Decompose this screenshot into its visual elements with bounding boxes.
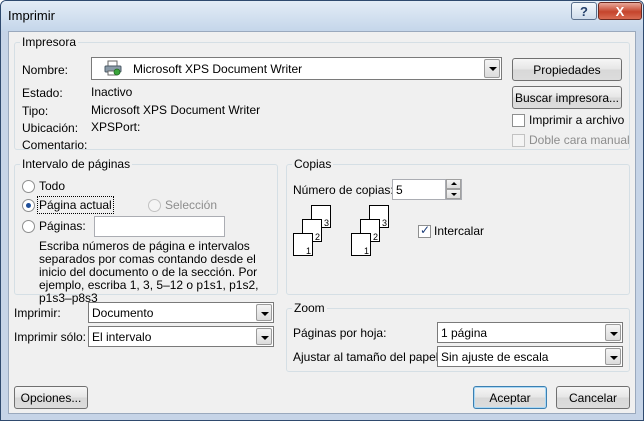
window-title: Imprimir bbox=[8, 8, 55, 23]
range-help-text: Escriba números de página e intervalos s… bbox=[39, 239, 259, 305]
spin-up-icon[interactable] bbox=[446, 179, 461, 189]
printer-name-value: Microsoft XPS Document Writer bbox=[133, 62, 303, 76]
find-printer-button[interactable]: Buscar impresora... bbox=[512, 86, 622, 109]
chevron-down-icon[interactable] bbox=[605, 324, 621, 341]
stack-page: 1 bbox=[351, 233, 371, 256]
printer-group-title: Impresora bbox=[20, 35, 79, 49]
page-range-group-title: Intervalo de páginas bbox=[20, 157, 133, 171]
copies-spinner[interactable] bbox=[445, 179, 461, 200]
printer-type-value: Microsoft XPS Document Writer bbox=[91, 103, 261, 117]
cancel-button[interactable]: Cancelar bbox=[556, 386, 630, 409]
manual-duplex-label[interactable]: Doble cara manual bbox=[529, 133, 630, 147]
printer-group: Impresora Nombre: Microsoft XPS Document… bbox=[14, 35, 630, 152]
scale-value: Sin ajuste de escala bbox=[441, 350, 549, 364]
range-selection-radio[interactable] bbox=[148, 199, 161, 212]
printer-location-label: Ubicación: bbox=[22, 121, 79, 135]
printer-location-value: XPSPort: bbox=[91, 120, 141, 134]
range-pages-input[interactable] bbox=[94, 216, 225, 237]
pages-per-sheet-select[interactable]: 1 página bbox=[437, 322, 623, 343]
print-to-file-label[interactable]: Imprimir a archivo bbox=[529, 113, 624, 127]
range-all-radio[interactable] bbox=[22, 180, 35, 193]
printer-comment-label: Comentario: bbox=[22, 138, 88, 152]
printer-icon bbox=[104, 60, 122, 76]
ok-button[interactable]: Aceptar bbox=[473, 386, 547, 409]
spin-down-icon[interactable] bbox=[446, 189, 461, 199]
print-dialog: Imprimir ? X Impresora Nombre: Microsoft… bbox=[0, 0, 644, 421]
chevron-down-icon[interactable] bbox=[256, 328, 272, 345]
copies-count-value: 5 bbox=[396, 183, 403, 197]
chevron-down-icon[interactable] bbox=[484, 59, 500, 78]
options-button[interactable]: Opciones... bbox=[14, 386, 88, 409]
dialog-body: Impresora Nombre: Microsoft XPS Document… bbox=[8, 31, 636, 414]
scale-select[interactable]: Sin ajuste de escala bbox=[437, 346, 623, 367]
copies-group-title: Copias bbox=[292, 157, 334, 171]
printer-name-select[interactable]: Microsoft XPS Document Writer bbox=[91, 57, 502, 80]
zoom-group: Zoom Páginas por hoja: 1 página Ajustar … bbox=[286, 301, 630, 372]
copies-group: Copias Número de copias: 5 3 2 1 3 2 1 I bbox=[286, 157, 630, 295]
pages-per-sheet-value: 1 página bbox=[441, 326, 488, 340]
range-all-label[interactable]: Todo bbox=[39, 179, 65, 193]
printer-status-label: Estado: bbox=[22, 86, 63, 100]
range-current-radio[interactable] bbox=[22, 199, 35, 212]
copies-count-label: Número de copias: bbox=[293, 183, 394, 197]
chevron-down-icon[interactable] bbox=[605, 348, 621, 365]
scale-label: Ajustar al tamaño del papel: bbox=[293, 350, 442, 364]
range-selection-label[interactable]: Selección bbox=[165, 198, 217, 212]
printer-type-label: Tipo: bbox=[22, 104, 49, 118]
range-pages-radio[interactable] bbox=[22, 220, 35, 233]
properties-button[interactable]: Propiedades bbox=[512, 58, 622, 81]
range-pages-label[interactable]: Páginas: bbox=[39, 219, 86, 233]
printer-name-label: Nombre: bbox=[22, 63, 69, 77]
printer-status-value: Inactivo bbox=[91, 85, 133, 99]
print-only-select[interactable]: El intervalo bbox=[88, 326, 274, 347]
chevron-down-icon[interactable] bbox=[256, 304, 272, 321]
help-button[interactable]: ? bbox=[571, 2, 597, 20]
page-range-group: Intervalo de páginas Todo Página actual … bbox=[14, 157, 278, 305]
zoom-group-title: Zoom bbox=[292, 301, 327, 315]
print-select[interactable]: Documento bbox=[88, 302, 274, 323]
print-to-file-checkbox[interactable] bbox=[512, 114, 525, 127]
collate-stack-icon-2: 3 2 1 bbox=[351, 205, 396, 260]
print-label: Imprimir: bbox=[14, 306, 61, 320]
collate-label[interactable]: Intercalar bbox=[434, 224, 484, 238]
collate-stack-icon-1: 3 2 1 bbox=[293, 205, 338, 260]
close-button[interactable]: X bbox=[598, 2, 642, 20]
range-current-label[interactable]: Página actual bbox=[37, 196, 114, 214]
collate-checkbox[interactable] bbox=[418, 223, 431, 238]
print-only-label: Imprimir sólo: bbox=[14, 330, 87, 344]
print-value: Documento bbox=[92, 306, 154, 320]
copies-count-input[interactable]: 5 bbox=[392, 179, 462, 200]
print-only-value: El intervalo bbox=[92, 330, 152, 344]
title-bar[interactable]: Imprimir ? X bbox=[1, 1, 643, 31]
manual-duplex-checkbox[interactable] bbox=[512, 134, 525, 147]
pages-per-sheet-label: Páginas por hoja: bbox=[293, 326, 387, 340]
stack-page: 1 bbox=[293, 233, 313, 256]
